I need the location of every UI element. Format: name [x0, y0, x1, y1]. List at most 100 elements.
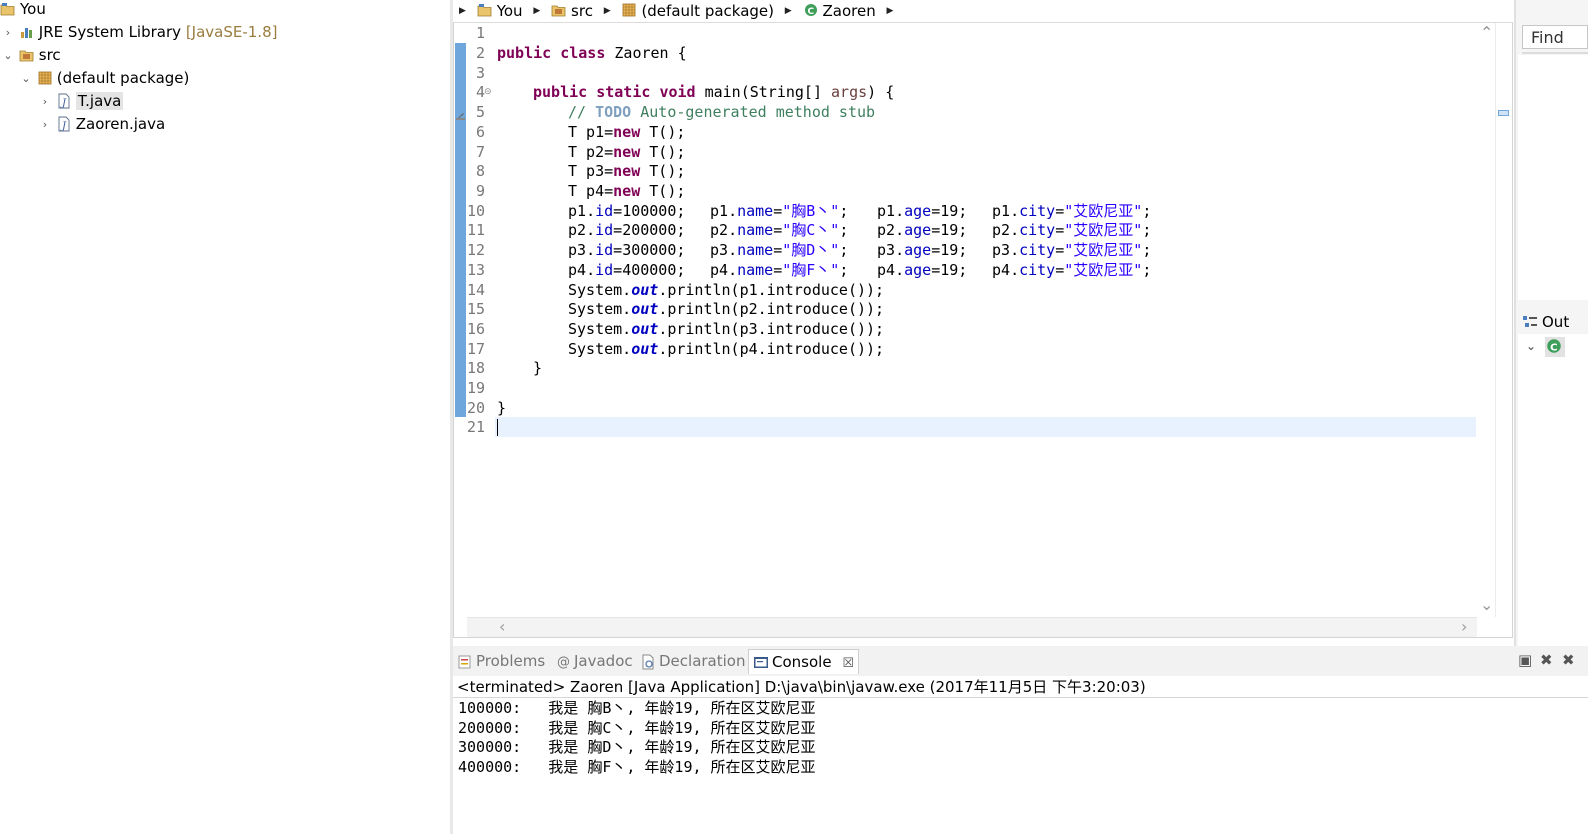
parameter: args: [831, 83, 868, 101]
breadcrumb-item-package[interactable]: (default package): [621, 1, 774, 21]
project-folder-icon: [477, 2, 493, 18]
code-line-10: p1.id=100000;: [568, 201, 685, 221]
tab-label: Console: [772, 653, 832, 671]
var: p2: [568, 221, 587, 239]
code-line-14: System.out.println(p1.introduce());: [568, 280, 884, 300]
comment: Auto-generated method stub: [631, 103, 876, 121]
op: .: [586, 221, 596, 239]
string: "胸D丶": [782, 241, 840, 259]
var: p1: [992, 202, 1011, 220]
tab-outline[interactable]: Out: [1518, 311, 1588, 333]
remove-all-icon[interactable]: ✖: [1562, 651, 1575, 669]
tree-item-label: T.java: [75, 92, 124, 110]
var: p4: [739, 340, 758, 358]
vertical-scrollbar[interactable]: ⌃ ⌄: [1477, 23, 1495, 617]
code-line-10-age: p1.age=19;: [877, 201, 967, 221]
code-line-18: }: [533, 359, 543, 377]
breadcrumb-item-class[interactable]: C Zaoren: [803, 1, 876, 21]
java-file-icon: J: [56, 116, 72, 132]
tab-console[interactable]: Console ☒: [748, 649, 859, 674]
op: ;: [1142, 241, 1152, 259]
horizontal-scrollbar[interactable]: ‹ ›: [467, 617, 1477, 637]
chevron-right-icon[interactable]: ›: [2, 22, 14, 44]
tab-problems[interactable]: Problems: [457, 649, 545, 673]
code-text: .println(: [658, 340, 740, 358]
op: =: [1055, 241, 1065, 259]
var: p1: [877, 202, 896, 220]
class-icon: C: [1547, 339, 1561, 354]
scroll-right-icon[interactable]: ›: [1461, 617, 1467, 636]
op: =: [931, 221, 941, 239]
remove-launch-icon[interactable]: ✖: [1540, 651, 1553, 669]
code-text: .introduce());: [757, 281, 885, 299]
op: .: [728, 241, 738, 259]
static-field: out: [631, 340, 659, 358]
breadcrumb-arrow-icon[interactable]: ▶: [604, 1, 611, 21]
breadcrumb-arrow-icon[interactable]: ▶: [785, 1, 792, 21]
code-line-15: System.out.println(p2.introduce());: [568, 299, 884, 319]
code-line-2: public class Zaoren {: [497, 43, 687, 63]
chevron-right-icon[interactable]: ›: [39, 91, 51, 113]
fold-collapse-icon[interactable]: ⊝: [484, 87, 492, 97]
scroll-left-icon[interactable]: ‹: [499, 617, 505, 636]
tree-item-t-java[interactable]: › J T.java: [39, 90, 124, 113]
line-number: 6: [475, 123, 485, 141]
keyword: public: [497, 44, 552, 62]
code-line-10-city: p1.city="艾欧尼亚";: [992, 201, 1151, 221]
breadcrumb-arrow-icon[interactable]: ▶: [887, 1, 894, 21]
package-icon: [37, 70, 53, 86]
tree-item-src[interactable]: ⌄ src: [2, 44, 60, 67]
outline-item[interactable]: C: [1545, 337, 1565, 357]
code-text: .println(: [658, 320, 740, 338]
tree-item-label: Zaoren.java: [75, 115, 166, 133]
svg-text:J: J: [60, 121, 67, 132]
keyword: new: [613, 123, 641, 141]
find-divider: [1522, 52, 1588, 54]
breadcrumb-item-project[interactable]: You: [477, 1, 523, 21]
breadcrumb-item-src[interactable]: src: [551, 1, 593, 21]
tree-item-project[interactable]: You: [0, 0, 46, 20]
tree-item-label: You: [20, 0, 46, 18]
tree-item-default-package[interactable]: ⌄ (default package): [20, 67, 189, 89]
text-caret: [497, 419, 498, 436]
breadcrumb-arrow-icon[interactable]: ▶: [459, 1, 466, 21]
tree-item-zaoren-java[interactable]: › J Zaoren.java: [39, 113, 165, 135]
console-line: 200000: 我是 胸C丶, 年龄19, 所在区艾欧尼亚: [458, 719, 816, 737]
static-field: out: [631, 300, 659, 318]
close-icon[interactable]: ☒: [842, 656, 854, 671]
var: p2: [992, 221, 1011, 239]
find-input[interactable]: Find: [1522, 25, 1588, 49]
code-line-11-age: p2.age=19;: [877, 220, 967, 240]
code-text: T p3=: [568, 162, 614, 180]
scroll-up-icon[interactable]: ⌃: [1480, 23, 1493, 42]
console-icon: [753, 654, 769, 670]
line-number: 4: [475, 83, 485, 101]
code-text: T p4=: [568, 182, 614, 200]
keyword: new: [613, 143, 641, 161]
line-number: 2: [475, 44, 485, 62]
tree-item-label: JRE System Library: [38, 23, 182, 41]
string: "艾欧尼亚": [1064, 241, 1143, 259]
op: =: [931, 261, 941, 279]
code-line-10-name: p1.name="胸B丶";: [710, 201, 848, 221]
line-number: 13: [467, 261, 486, 279]
op: .: [586, 261, 596, 279]
tab-declaration[interactable]: Declaration: [640, 649, 745, 673]
tree-item-jre-library[interactable]: › JRE System Library [JavaSE-1.8]: [2, 21, 278, 44]
code-line-13-age: p4.age=19;: [877, 260, 967, 280]
op: ;: [839, 221, 849, 239]
line-number: 1: [475, 24, 485, 42]
op: .: [895, 221, 905, 239]
chevron-down-icon[interactable]: ⌄: [20, 68, 32, 90]
scroll-down-icon[interactable]: ⌄: [1480, 595, 1493, 614]
minimize-icon[interactable]: ▣: [1518, 651, 1532, 669]
chevron-down-icon[interactable]: ⌄: [2, 45, 14, 67]
chevron-down-icon[interactable]: ⌄: [1526, 339, 1536, 353]
overview-marker[interactable]: [1498, 110, 1509, 116]
tab-javadoc[interactable]: @ Javadoc: [557, 649, 633, 673]
breadcrumb-arrow-icon[interactable]: ▶: [533, 1, 540, 21]
field: city: [1019, 221, 1056, 239]
declaration-icon: [640, 653, 656, 669]
chevron-right-icon[interactable]: ›: [39, 114, 51, 136]
code-line-9: T p4=new T();: [568, 181, 685, 201]
